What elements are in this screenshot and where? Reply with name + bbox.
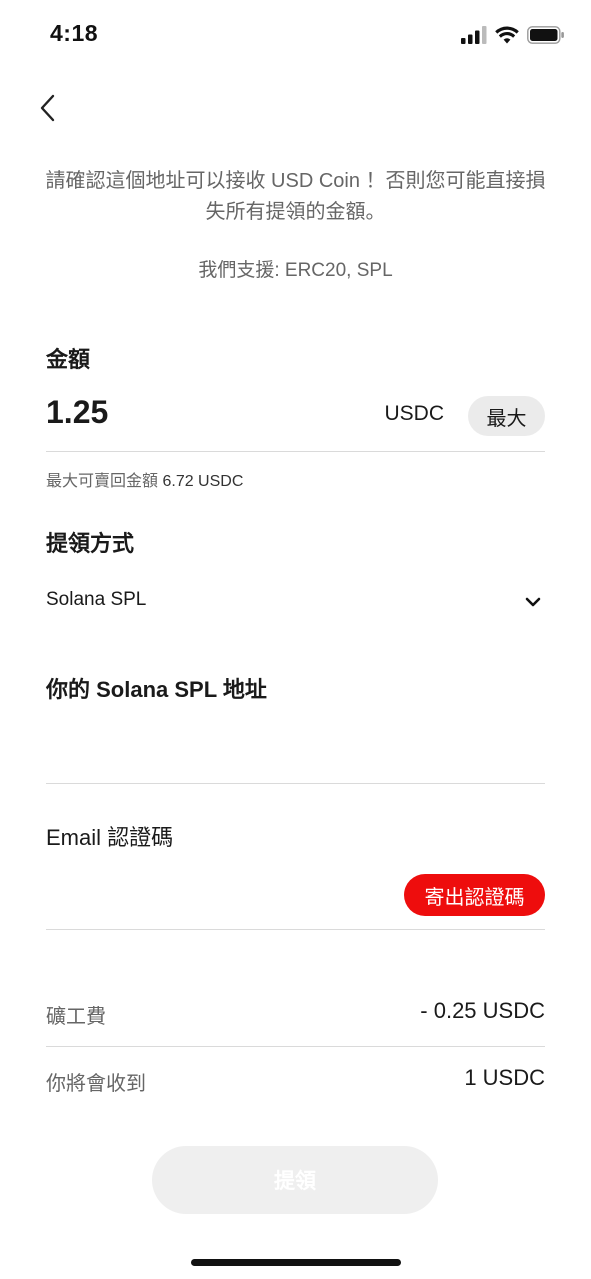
chevron-down-icon <box>525 597 541 607</box>
withdraw-submit-button[interactable]: 提領 <box>152 1146 438 1214</box>
amount-unit: USDC <box>384 402 444 425</box>
wifi-icon <box>495 26 519 44</box>
fee-row: 礦工費 - 0.25 USDC <box>46 998 545 1030</box>
max-button[interactable]: 最大 <box>468 396 545 436</box>
status-time: 4:18 <box>50 20 99 46</box>
address-warning-text: 請確認這個地址可以接收 USD Coin ！否則您可能直接損失所有提領的金額。 <box>45 170 546 223</box>
send-code-button[interactable]: 寄出認證碼 <box>404 874 545 916</box>
receive-value: 1 USDC <box>464 1065 545 1090</box>
fee-label: 礦工費 <box>46 1006 106 1028</box>
amount-row: 1.25 USDC 最大 <box>46 392 545 442</box>
chevron-left-icon <box>40 94 55 122</box>
amount-input[interactable]: 1.25 <box>46 394 108 431</box>
email-code-divider <box>46 929 545 930</box>
fee-divider <box>46 1046 545 1047</box>
battery-icon <box>527 26 564 44</box>
receive-row: 你將會收到 1 USDC <box>46 1065 545 1097</box>
max-amount-hint: 最大可賣回金額 6.72 USDC <box>46 467 243 491</box>
amount-divider <box>46 451 545 452</box>
status-bar: 4:18 <box>0 0 591 70</box>
withdraw-method-select[interactable]: Solana SPL <box>46 584 545 618</box>
amount-label: 金額 <box>46 347 91 372</box>
receive-label: 你將會收到 <box>46 1073 146 1095</box>
email-code-label: Email 認證碼 <box>46 825 174 850</box>
withdraw-method-value: Solana SPL <box>46 589 147 610</box>
address-divider <box>46 783 545 784</box>
max-hint-value: 6.72 USDC <box>162 473 244 490</box>
home-indicator <box>191 1259 401 1266</box>
address-input[interactable] <box>46 720 545 776</box>
address-label: 你的 Solana SPL 地址 <box>46 677 267 702</box>
supported-networks-text: 我們支援: ERC20, SPL <box>198 260 393 281</box>
fee-value: - 0.25 USDC <box>420 998 545 1023</box>
cellular-signal-icon <box>461 26 487 44</box>
withdraw-screen: 4:18 請確認這個地址可以接收 USD Coin ！否則您可能直接損失所有提領… <box>0 0 591 1279</box>
withdraw-method-label: 提領方式 <box>46 531 135 556</box>
email-code-input[interactable] <box>46 872 386 922</box>
status-icons <box>461 24 565 46</box>
back-button[interactable] <box>30 90 66 126</box>
max-hint-label: 最大可賣回金額 <box>46 473 159 490</box>
